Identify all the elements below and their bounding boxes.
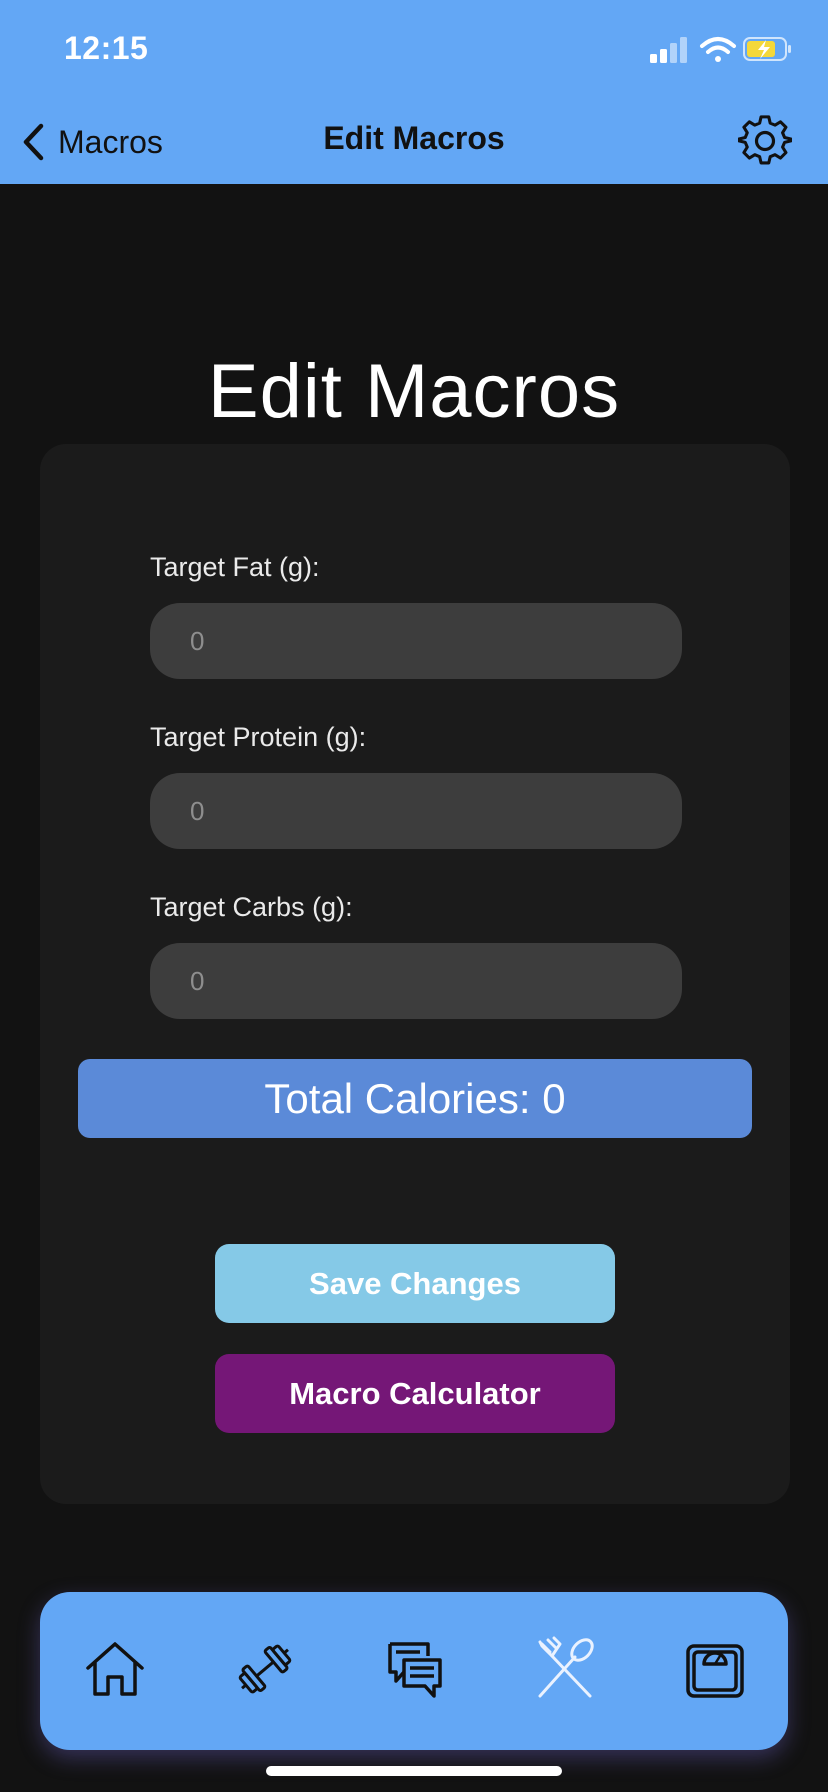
tab-weight[interactable] [680,1634,750,1704]
chat-icon [388,1642,442,1698]
home-indicator [266,1766,562,1776]
settings-button[interactable] [737,114,793,168]
target-fat-input[interactable] [150,603,682,679]
save-changes-button[interactable]: Save Changes [215,1244,615,1323]
home-icon [86,1642,144,1696]
tab-nutrition[interactable] [530,1634,600,1704]
scale-icon [686,1644,744,1698]
total-calories-display: Total Calories: 0 [78,1059,752,1138]
page-title: Edit Macros [207,349,621,434]
status-icons [632,34,792,66]
header: 12:15 Macros Edit Macros [0,0,828,184]
target-fat-label: Target Fat (g): [150,552,320,582]
macro-calculator-button[interactable]: Macro Calculator [215,1354,615,1433]
fork-spoon-icon [538,1636,594,1698]
tab-bar [40,1592,788,1750]
target-protein-input[interactable] [150,773,682,849]
dumbbell-icon [238,1644,292,1694]
status-time: 12:15 [64,30,149,66]
target-carbs-label: Target Carbs (g): [150,892,353,922]
tab-home[interactable] [80,1634,150,1704]
cellular-signal-icon [650,37,687,63]
target-protein-label: Target Protein (g): [150,722,367,752]
tab-chat[interactable] [380,1634,450,1704]
tab-workouts[interactable] [230,1634,300,1704]
battery-icon [743,37,791,61]
wifi-icon [700,37,736,62]
target-carbs-input[interactable] [150,943,682,1019]
gear-icon [737,115,793,165]
nav-title: Edit Macros [323,120,505,156]
